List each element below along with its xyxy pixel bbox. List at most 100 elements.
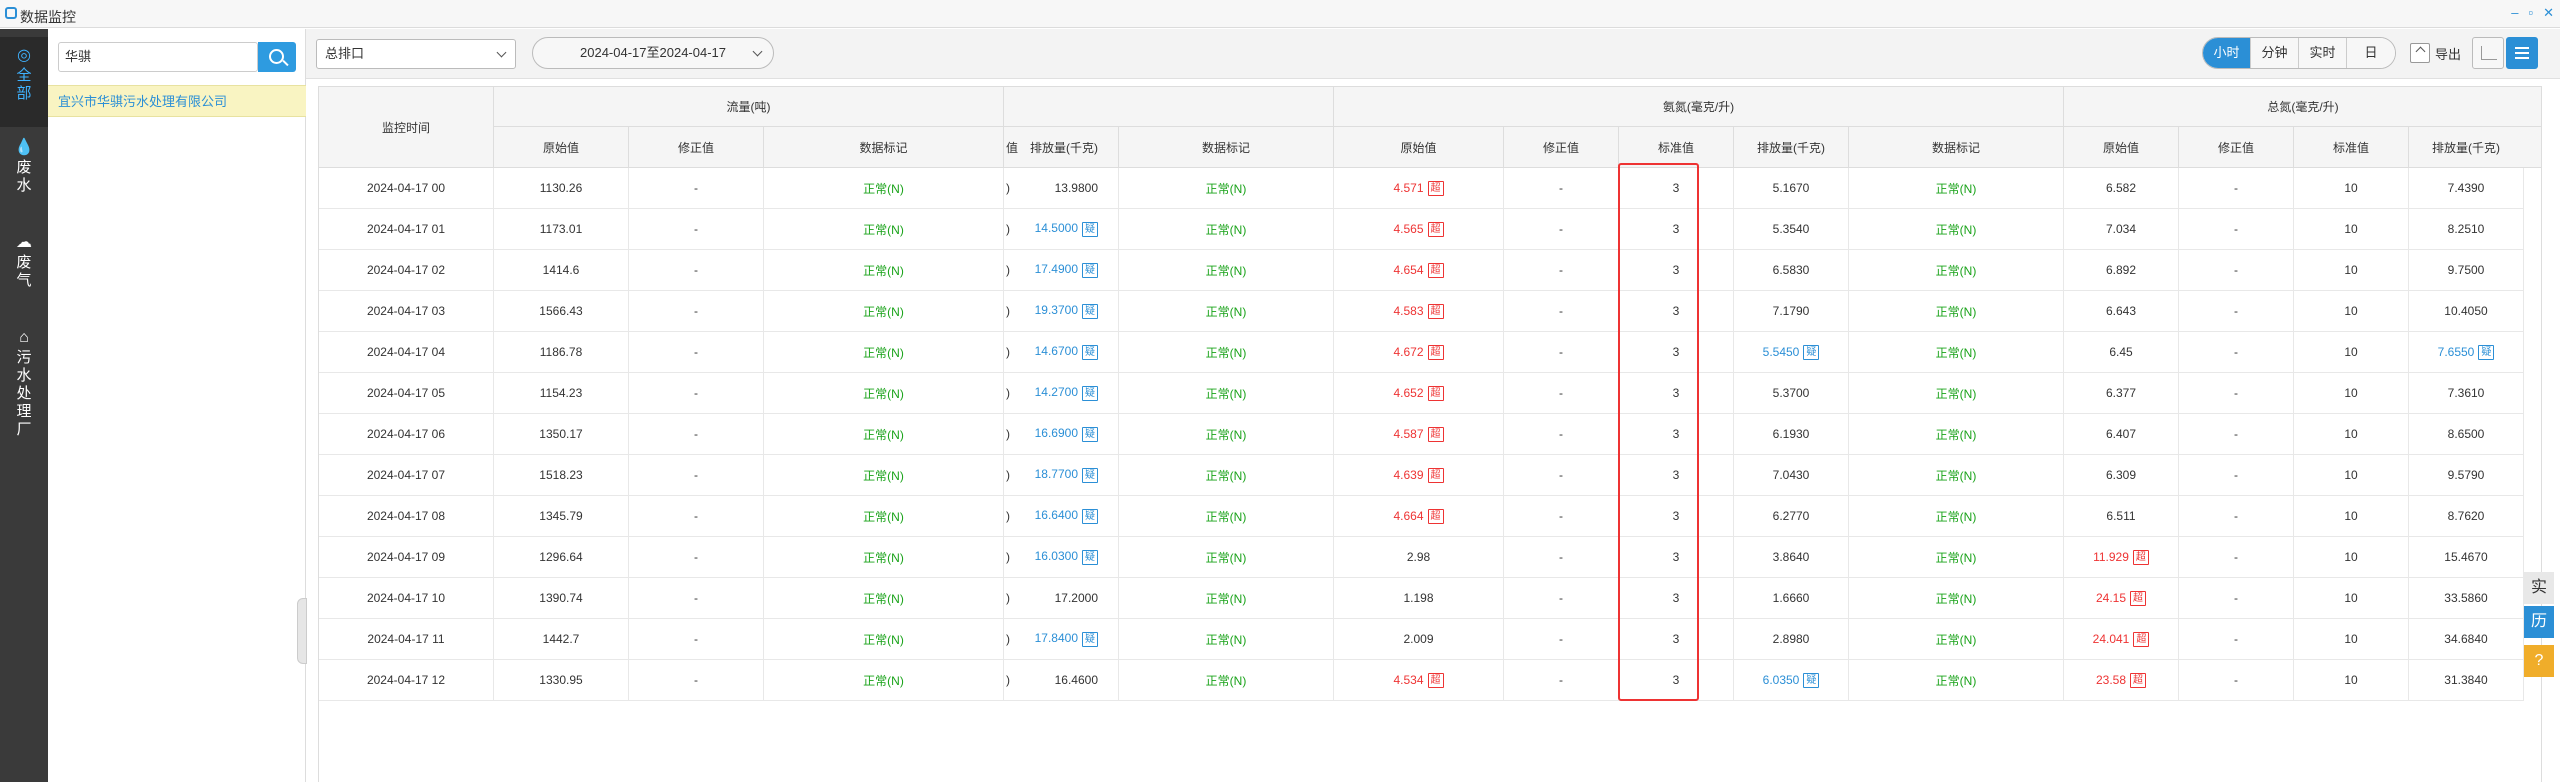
header-column: 排放量(千克) bbox=[1734, 127, 1849, 168]
category-wastewater[interactable]: 💧 废水 bbox=[0, 139, 48, 195]
outlet-select-value: 总排口 bbox=[325, 46, 365, 61]
table-cell: ) 17.2000 bbox=[1004, 578, 1119, 619]
cell-value: - bbox=[694, 427, 698, 441]
table-cell: 6.643 bbox=[2064, 291, 2179, 332]
date-range-picker[interactable]: 2024-04-17至2024-04-17 bbox=[532, 37, 774, 69]
clipped-value: ) bbox=[1006, 550, 1010, 564]
table-cell: 4.571 超 bbox=[1334, 168, 1504, 209]
table-cell: ) 14.5000 疑 bbox=[1004, 209, 1119, 250]
minimize-button[interactable]: – bbox=[2511, 5, 2518, 21]
table-cell: 正常(N) bbox=[1119, 168, 1334, 209]
tab-hour[interactable]: 小时 bbox=[2203, 38, 2251, 68]
clipped-value: ) bbox=[1006, 345, 1010, 359]
cloud-icon: ☁ bbox=[16, 234, 32, 251]
panel-collapse-handle[interactable] bbox=[297, 598, 307, 664]
header-group-1: 化学需氧量(COD)(毫克/升) bbox=[1004, 87, 1334, 127]
cell-value: 2024-04-17 05 bbox=[366, 386, 446, 400]
header-column: 数据标记 bbox=[1849, 127, 2064, 168]
cell-value: - bbox=[2234, 632, 2238, 646]
cell-value: 7.1790 bbox=[1772, 304, 1810, 318]
header-label: 修正值 bbox=[677, 140, 714, 155]
clipped-value: ) bbox=[1006, 427, 1010, 441]
time-granularity-tabs: 小时 分钟 实时 日 bbox=[2202, 37, 2396, 69]
upload-icon bbox=[2410, 43, 2430, 63]
table-cell: 3 bbox=[1619, 168, 1734, 209]
table-cell: 1330.95 bbox=[494, 660, 629, 701]
header-label: 流量(吨) bbox=[726, 100, 771, 114]
cell-value: 3 bbox=[1672, 263, 1680, 277]
toolbar: 总排口 2024-04-17至2024-04-17 小时 分钟 实时 日 导出 bbox=[306, 29, 2560, 79]
tab-minute[interactable]: 分钟 bbox=[2251, 38, 2299, 68]
header-label: 标准值 bbox=[2332, 140, 2369, 155]
history-float-button[interactable]: 历 bbox=[2524, 606, 2554, 638]
tab-day[interactable]: 日 bbox=[2347, 38, 2395, 68]
cell-value: 4.565 bbox=[1393, 222, 1424, 236]
cell-value: - bbox=[1559, 386, 1563, 400]
category-exhaust[interactable]: ☁ 废气 bbox=[0, 234, 48, 290]
table-cell: 1.198 bbox=[1334, 578, 1504, 619]
cell-value: 1296.64 bbox=[539, 550, 583, 564]
table-cell: - bbox=[629, 660, 764, 701]
cell-value: 5.1670 bbox=[1772, 181, 1810, 195]
table-cell: 6.45 bbox=[2064, 332, 2179, 373]
table-cell: 3 bbox=[1619, 373, 1734, 414]
flag-badge: 疑 bbox=[1082, 345, 1098, 360]
table-cell: - bbox=[1504, 291, 1619, 332]
table-cell: 正常(N) bbox=[1849, 537, 2064, 578]
table-cell: 10 bbox=[2294, 496, 2409, 537]
search-input[interactable]: 华骐 bbox=[58, 42, 258, 72]
search-button[interactable] bbox=[258, 42, 296, 72]
header-column: 修正值 bbox=[1504, 127, 1619, 168]
table-cell: 24.041 超 bbox=[2064, 619, 2179, 660]
table-cell: 6.511 bbox=[2064, 496, 2179, 537]
close-button[interactable]: ✕ bbox=[2543, 5, 2554, 21]
cell-value: - bbox=[694, 222, 698, 236]
flag-badge: 超 bbox=[1427, 385, 1444, 401]
header-label: 原始值 bbox=[542, 140, 579, 155]
table-cell: - bbox=[2179, 209, 2294, 250]
table-cell: 正常(N) bbox=[1849, 209, 2064, 250]
flag-badge: 疑 bbox=[1082, 550, 1098, 565]
flag-badge: 超 bbox=[2132, 549, 2149, 565]
cell-value: 正常(N) bbox=[1205, 386, 1247, 401]
cell-value: - bbox=[2234, 468, 2238, 482]
table-cell: - bbox=[1504, 250, 1619, 291]
maximize-button[interactable]: ▫ bbox=[2528, 5, 2533, 21]
table-view-button[interactable] bbox=[2506, 37, 2538, 69]
table-cell: 10 bbox=[2294, 209, 2409, 250]
cell-value: - bbox=[2234, 427, 2238, 441]
chart-view-button[interactable] bbox=[2472, 37, 2504, 69]
realtime-float-button[interactable]: 实 bbox=[2524, 572, 2554, 604]
table-cell: 2024-04-17 01 bbox=[319, 209, 494, 250]
table-cell: 8.6500 bbox=[2409, 414, 2524, 455]
flag-badge: 疑 bbox=[1082, 222, 1098, 237]
category-all[interactable]: ◎ 全部 bbox=[0, 47, 48, 103]
table-cell: - bbox=[2179, 455, 2294, 496]
table-cell: 7.1790 bbox=[1734, 291, 1849, 332]
cell-value: 2024-04-17 07 bbox=[366, 468, 446, 482]
cell-value: 正常(N) bbox=[863, 263, 904, 278]
cell-value: 正常(N) bbox=[1935, 181, 1977, 196]
cell-value: 正常(N) bbox=[863, 345, 904, 360]
outlet-select[interactable]: 总排口 bbox=[316, 39, 516, 69]
company-item[interactable]: 宜兴市华骐污水处理有限公司 bbox=[48, 85, 306, 117]
tab-realtime[interactable]: 实时 bbox=[2299, 38, 2347, 68]
header-label: 数据标记 bbox=[1201, 140, 1250, 155]
category-sewage-plant[interactable]: ⌂ 污水处理厂 bbox=[0, 329, 48, 439]
cell-value: 6.0350 bbox=[1762, 673, 1800, 687]
cell-value: 2024-04-17 03 bbox=[366, 304, 446, 318]
help-float-button[interactable]: ? bbox=[2524, 645, 2554, 677]
cell-value: 15.4670 bbox=[2444, 550, 2488, 564]
table-cell: 正常(N) bbox=[1119, 455, 1334, 496]
table-cell: 1518.23 bbox=[494, 455, 629, 496]
export-button[interactable]: 导出 bbox=[2410, 41, 2461, 65]
cod-emission: 14.6700 疑 bbox=[1035, 344, 1098, 360]
cell-value: 正常(N) bbox=[863, 181, 904, 196]
category-sidebar: ◎ 全部 💧 废水 ☁ 废气 ⌂ 污水处理厂 bbox=[0, 29, 48, 782]
cell-value: 17.2000 bbox=[1054, 591, 1098, 605]
cell-value: 2024-04-17 00 bbox=[366, 181, 446, 195]
clipped-value: ) bbox=[1006, 386, 1010, 400]
header-group-3: 总氮(毫克/升) bbox=[2064, 87, 2541, 127]
header-scroll-gutter bbox=[2523, 127, 2541, 168]
table-cell: 正常(N) bbox=[1849, 373, 2064, 414]
